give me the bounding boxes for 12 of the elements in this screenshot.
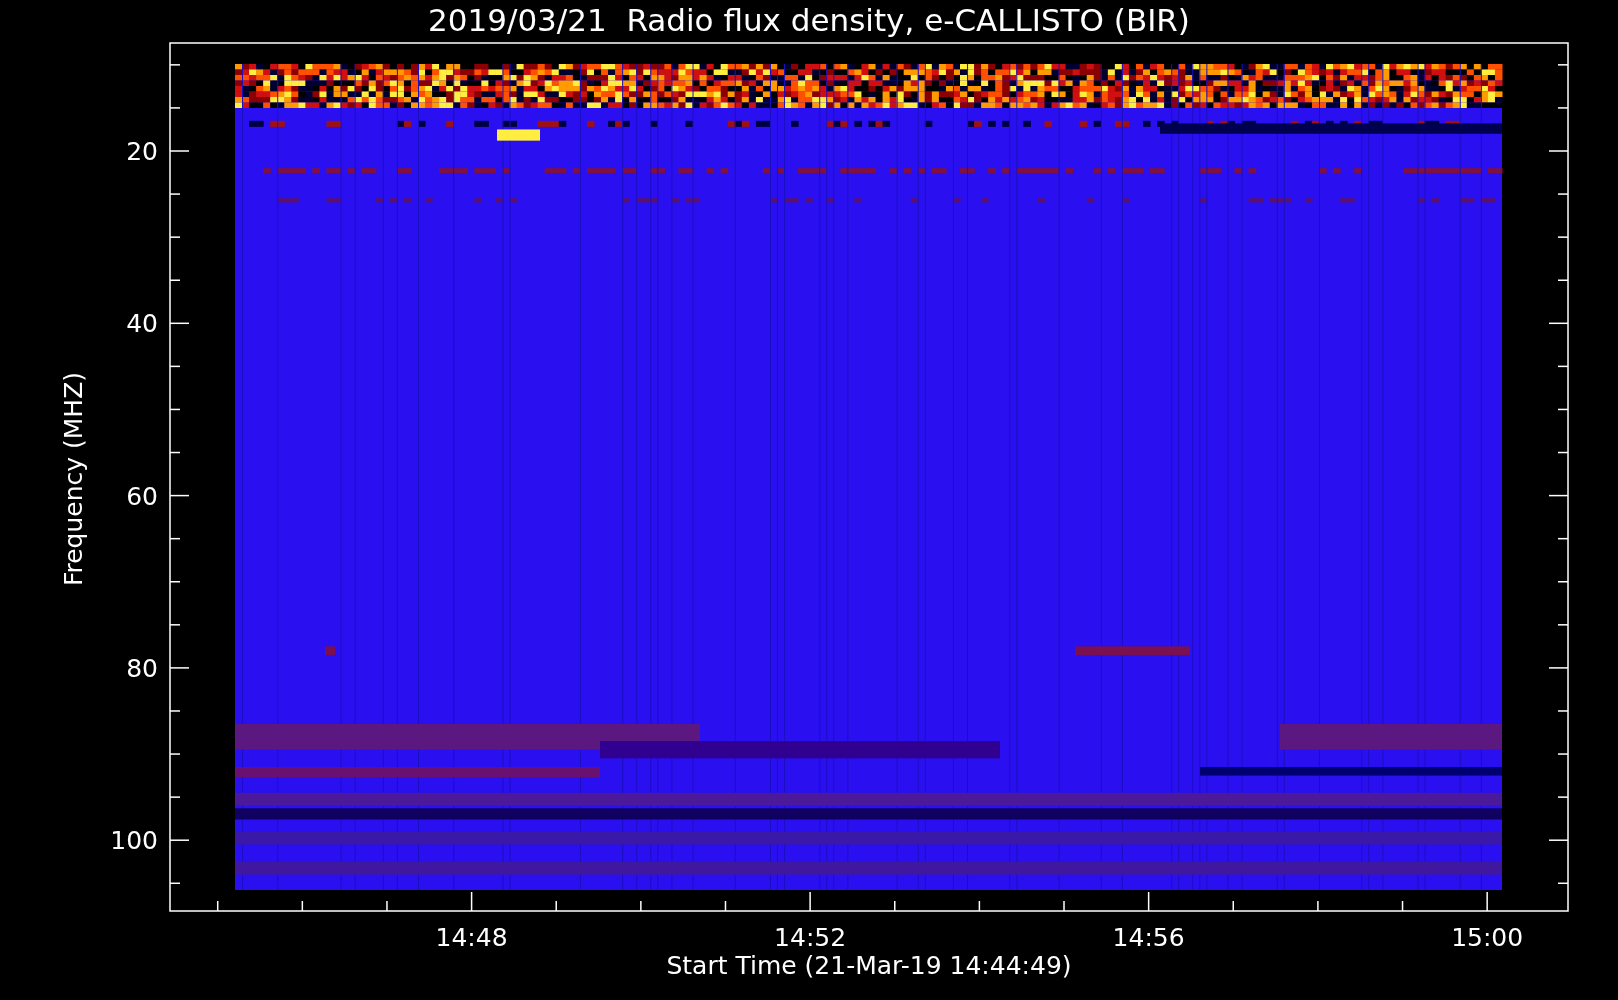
x-tick-label: 14:56 xyxy=(1112,923,1185,952)
x-tick-label: 15:00 xyxy=(1451,923,1524,952)
x-tick-label: 14:48 xyxy=(435,923,508,952)
y-axis-label: Frequency (MHZ) xyxy=(59,371,88,587)
x-axis-label: Start Time (21-Mar-19 14:44:49) xyxy=(666,951,1072,980)
x-tick-label: 14:52 xyxy=(774,923,847,952)
y-tick-label: 20 xyxy=(126,137,158,166)
y-tick-label: 40 xyxy=(126,309,158,339)
y-tick-label: 80 xyxy=(126,653,158,683)
y-tick-label: 100 xyxy=(110,826,158,856)
y-tick-label: 60 xyxy=(126,481,158,511)
plot-title: 2019/03/21 Radio flux density, e-CALLISTO (BIR) xyxy=(428,2,1190,38)
